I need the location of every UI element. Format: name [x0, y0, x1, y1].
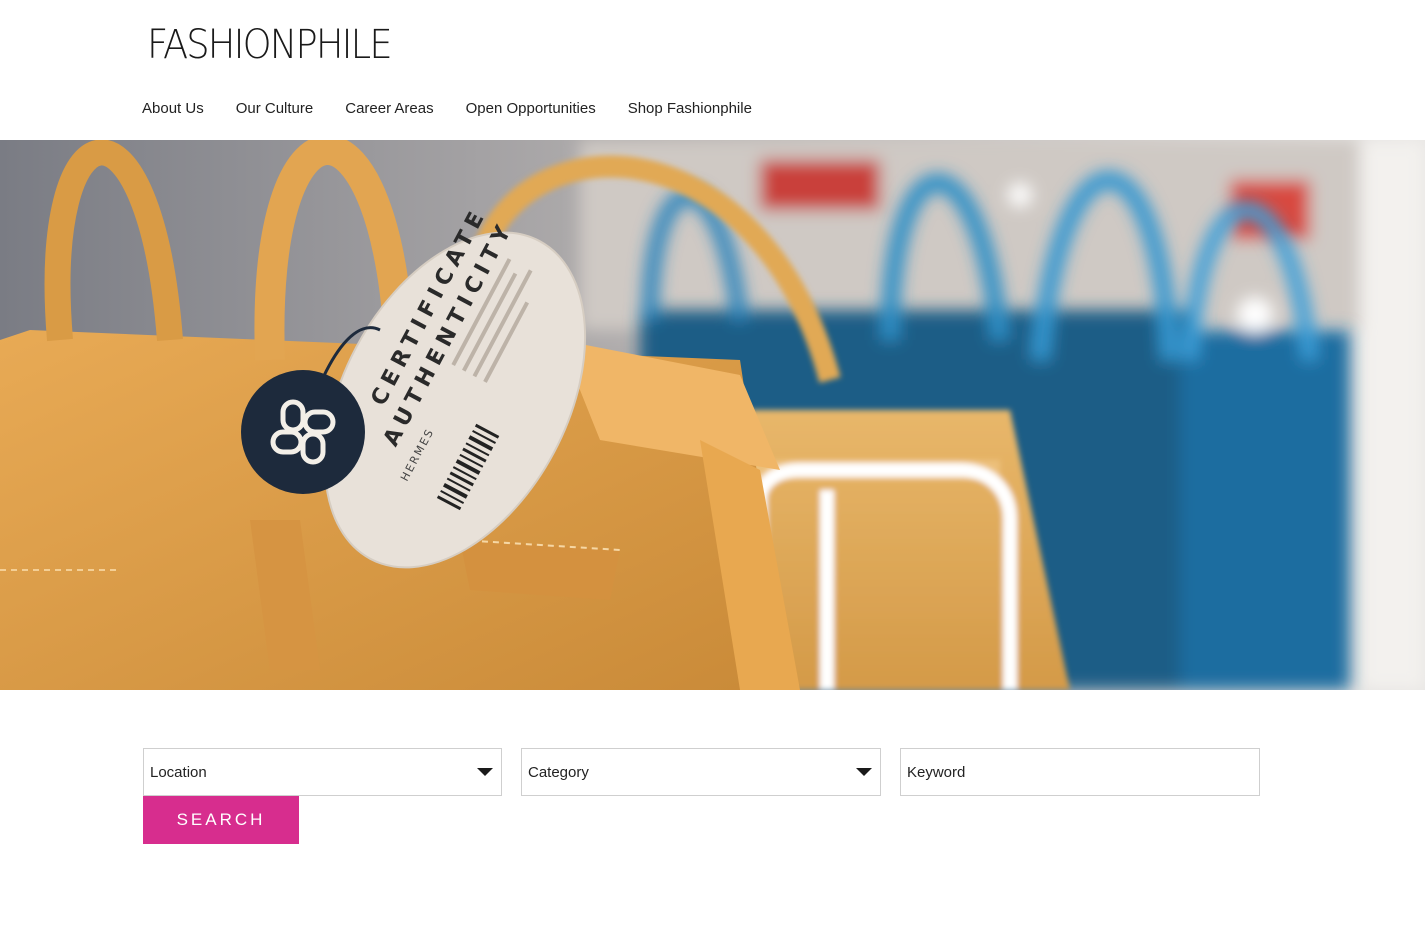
location-select-value: Location [150, 763, 207, 781]
keyword-input-placeholder: Keyword [907, 763, 966, 781]
job-search-area: Location Category Keyword SEARCH [0, 690, 1425, 941]
category-select[interactable]: Category [521, 748, 881, 796]
chevron-down-icon [856, 768, 872, 776]
hero-illustration: CERTIFICATE AUTHENTICITY HERMES [0, 140, 1425, 690]
nav-item-career-areas[interactable]: Career Areas [345, 99, 433, 119]
category-select-value: Category [528, 763, 589, 781]
brand-emblem-icon [241, 370, 365, 494]
site-logo[interactable]: FASHIONPHILE [147, 22, 393, 68]
search-button[interactable]: SEARCH [143, 796, 299, 844]
main-nav: About Us Our Culture Career Areas Open O… [142, 99, 784, 119]
site-header: FASHIONPHILE About Us Our Culture Career… [0, 0, 1425, 140]
location-select[interactable]: Location [143, 748, 502, 796]
nav-item-open-opportunities[interactable]: Open Opportunities [466, 99, 596, 119]
nav-item-shop-fashionphile[interactable]: Shop Fashionphile [628, 99, 752, 119]
nav-item-about-us[interactable]: About Us [142, 99, 204, 119]
keyword-input[interactable]: Keyword [900, 748, 1260, 796]
hero-image: CERTIFICATE AUTHENTICITY HERMES [0, 140, 1425, 690]
nav-item-our-culture[interactable]: Our Culture [236, 99, 314, 119]
chevron-down-icon [477, 768, 493, 776]
